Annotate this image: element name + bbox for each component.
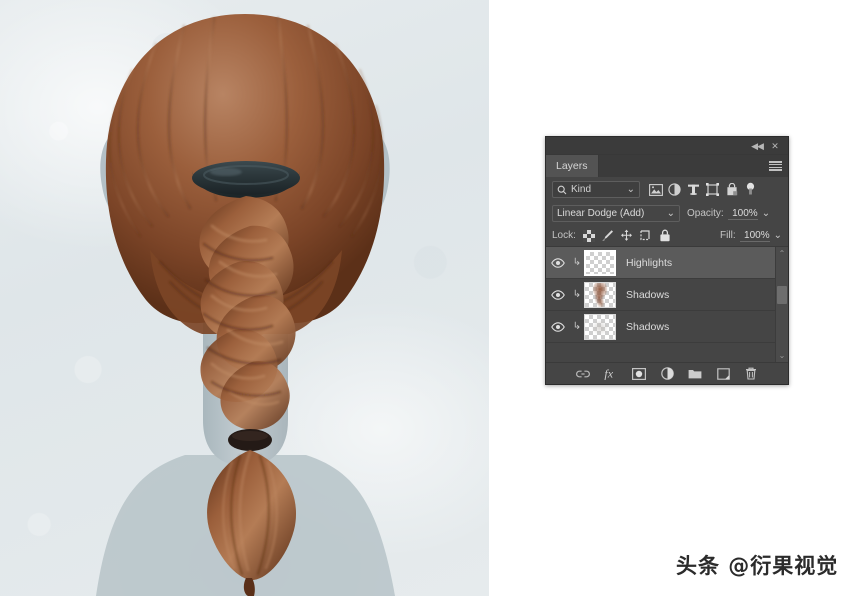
blend-mode-row: Linear Dodge (Add) ⌄ Opacity: 100% ⌄ xyxy=(546,202,788,225)
blend-mode-value: Linear Dodge (Add) xyxy=(557,208,645,219)
blend-mode-dropdown[interactable]: Linear Dodge (Add) ⌄ xyxy=(552,205,680,222)
eye-icon xyxy=(551,257,565,268)
add-layer-mask-button[interactable] xyxy=(631,366,647,382)
scroll-up-icon[interactable]: ⌃ xyxy=(776,247,788,260)
lock-all-icon[interactable] xyxy=(657,228,673,244)
filter-kind-label: Kind xyxy=(571,184,592,195)
fill-control[interactable]: Fill: 100% ⌄ xyxy=(720,230,782,242)
collapse-panel-icon[interactable]: ◀◀ xyxy=(750,140,764,152)
layer-visibility-toggle[interactable] xyxy=(546,257,570,268)
layer-style-fx-button[interactable]: fx xyxy=(603,366,619,382)
layer-thumbnail[interactable] xyxy=(584,281,616,308)
chevron-down-icon: ⌄ xyxy=(666,208,675,219)
layer-list[interactable]: ↳ Highlights ↳ Shadows ↳ Shadows ⌃ ⌄ xyxy=(546,247,788,362)
filter-adjustment-icon[interactable] xyxy=(665,180,684,199)
delete-layer-button[interactable] xyxy=(743,366,759,382)
panel-menu-icon[interactable] xyxy=(769,161,782,171)
lock-transparency-icon[interactable] xyxy=(581,228,597,244)
panel-titlebar: ◀◀ ✕ xyxy=(546,137,788,155)
new-adjustment-layer-button[interactable] xyxy=(659,366,675,382)
filter-smart-object-icon[interactable] xyxy=(722,180,741,199)
watermark-text: 头条 @衍果视觉 xyxy=(676,554,839,578)
lock-image-pixels-icon[interactable] xyxy=(600,228,616,244)
panel-tab-row: Layers xyxy=(546,155,788,177)
scrollbar-track[interactable] xyxy=(776,260,788,349)
layer-filter-row: Kind ⌄ xyxy=(546,177,788,202)
layer-visibility-toggle[interactable] xyxy=(546,289,570,300)
filter-pixel-icon[interactable] xyxy=(646,180,665,199)
lock-icons xyxy=(581,228,673,244)
filter-type-icon[interactable] xyxy=(684,180,703,199)
chevron-down-icon[interactable]: ⌄ xyxy=(762,208,770,219)
table-row[interactable]: ↳ Highlights xyxy=(546,247,788,279)
scroll-down-icon[interactable]: ⌄ xyxy=(776,349,788,362)
clipping-mask-indicator: ↳ xyxy=(572,321,582,332)
photoshop-layers-panel[interactable]: ◀◀ ✕ Layers Kind ⌄ Linear Dodge (Add) ⌄ … xyxy=(545,136,789,385)
clipping-mask-indicator: ↳ xyxy=(572,289,582,300)
table-row[interactable]: ↳ Shadows xyxy=(546,311,788,343)
lock-artboard-icon[interactable] xyxy=(638,228,654,244)
eye-icon xyxy=(551,321,565,332)
layers-bottom-toolbar: fx xyxy=(546,362,788,384)
filter-enable-toggle[interactable] xyxy=(745,182,756,198)
artwork-canvas[interactable] xyxy=(0,0,489,596)
layer-name[interactable]: Shadows xyxy=(626,321,669,333)
filter-kind-dropdown[interactable]: Kind ⌄ xyxy=(552,181,640,198)
layer-name[interactable]: Shadows xyxy=(626,289,669,301)
lock-position-icon[interactable] xyxy=(619,228,635,244)
scrollbar-thumb[interactable] xyxy=(777,286,787,304)
layer-thumbnail[interactable] xyxy=(584,313,616,340)
chevron-down-icon: ⌄ xyxy=(626,184,635,195)
fill-label: Fill: xyxy=(720,230,736,241)
new-group-button[interactable] xyxy=(687,366,703,382)
table-row[interactable]: ↳ Shadows xyxy=(546,279,788,311)
opacity-value[interactable]: 100% xyxy=(727,208,758,220)
filter-type-icons xyxy=(646,180,741,199)
link-layers-button[interactable] xyxy=(575,366,591,382)
svg-text:fx: fx xyxy=(604,367,613,380)
layer-name[interactable]: Highlights xyxy=(626,257,672,269)
search-icon xyxy=(557,185,567,194)
close-panel-icon[interactable]: ✕ xyxy=(768,140,782,152)
braided-hair-illustration xyxy=(96,14,395,596)
new-layer-button[interactable] xyxy=(715,366,731,382)
screenshot-root: 头条 @衍果视觉 ◀◀ ✕ Layers Kind ⌄ Linear Dodge… xyxy=(0,0,850,596)
fill-value[interactable]: 100% xyxy=(739,230,770,242)
lock-label: Lock: xyxy=(552,230,576,241)
tab-layers[interactable]: Layers xyxy=(546,155,599,177)
layer-visibility-toggle[interactable] xyxy=(546,321,570,332)
layer-thumbnail[interactable] xyxy=(584,249,616,276)
eye-icon xyxy=(551,289,565,300)
chevron-down-icon[interactable]: ⌄ xyxy=(774,230,782,241)
lock-row: Lock: Fill: 100% ⌄ xyxy=(546,225,788,247)
filter-shape-icon[interactable] xyxy=(703,180,722,199)
layer-list-scrollbar[interactable]: ⌃ ⌄ xyxy=(775,247,788,362)
opacity-control[interactable]: Opacity: 100% ⌄ xyxy=(687,208,770,220)
opacity-label: Opacity: xyxy=(687,208,724,219)
clipping-mask-indicator: ↳ xyxy=(572,257,582,268)
